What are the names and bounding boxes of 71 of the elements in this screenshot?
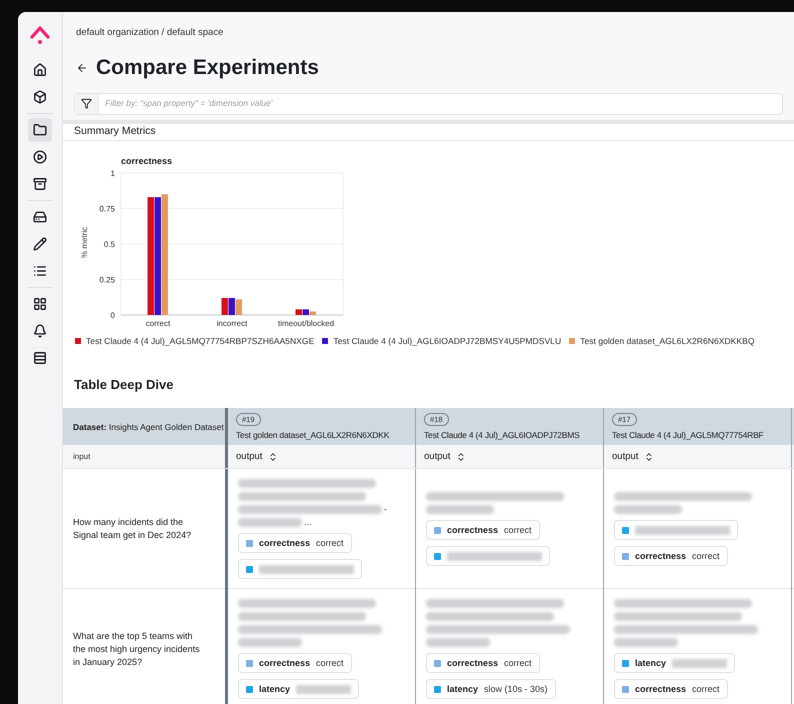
- list-icon: [33, 264, 47, 278]
- legend-label: Test Claude 4 (4 Jul)_AGL6IOADPJ72BMSY4U5PMDSVLU: [333, 334, 562, 348]
- input-text: What are the top 5 teams with the most high urgency incidents in January 2025?: [73, 630, 201, 669]
- tag-name: latency: [635, 656, 666, 670]
- logo-icon[interactable]: [29, 24, 51, 46]
- column-header: output: [236, 450, 262, 464]
- tick-label: 0.25: [99, 275, 115, 284]
- grid-icon: [33, 297, 47, 311]
- tick-label: 0.5: [104, 240, 115, 248]
- filter-icon: [81, 98, 92, 110]
- tag-name: latency: [259, 682, 290, 696]
- home-icon: [33, 63, 47, 77]
- breadcrumb: default organization / default space: [76, 26, 224, 40]
- redacted-text: [614, 505, 682, 514]
- redacted-text: [238, 638, 302, 648]
- sort-icon[interactable]: [644, 452, 654, 462]
- tag-name: correctness: [635, 682, 686, 696]
- sort-icon[interactable]: [456, 452, 466, 462]
- tick-label: 1: [110, 168, 115, 178]
- tag-name: latency: [447, 682, 478, 696]
- column-header: output: [424, 450, 450, 464]
- tag-value: correct: [504, 524, 532, 537]
- tick-label: 0.75: [99, 204, 115, 213]
- tick-label: 0: [110, 310, 115, 320]
- column-title: Test Claude 4 (4 Jul)_AGL6IOADPJ72BMS: [424, 428, 581, 442]
- tick-label: correct: [146, 318, 170, 328]
- pencil-icon: [33, 237, 47, 251]
- back-icon[interactable]: [76, 62, 88, 74]
- play-icon: [33, 150, 47, 164]
- sidebar-item[interactable]: [28, 118, 52, 142]
- tick-label: incorrect: [216, 318, 248, 328]
- cube-icon: [33, 90, 47, 104]
- filter-bar[interactable]: Filter by: "span property" = 'dimension value': [74, 92, 783, 115]
- section-title: Summary Metrics: [74, 124, 156, 139]
- rows-icon: [33, 351, 47, 365]
- filter-field[interactable]: Filter by: "span property" = 'dimension value': [99, 97, 782, 110]
- column-title: Test Claude 4 (4 Jul)_AGL5MQ77754RBF: [612, 428, 765, 442]
- tag-value: correct: [316, 536, 344, 550]
- tag-value: correct: [316, 656, 344, 670]
- tag-value: correct: [692, 682, 720, 696]
- tag-value: correct: [504, 656, 532, 670]
- tag-name: correctness: [259, 536, 310, 550]
- tag-name: correctness: [447, 524, 498, 537]
- legend-label: Test golden dataset_AGL6LX2R6N6XDKKBQ: [580, 334, 755, 348]
- tag-name: correctness: [447, 656, 498, 670]
- redacted-text: [426, 505, 494, 514]
- column-header: input: [73, 450, 90, 463]
- redacted-text: [614, 638, 678, 648]
- redacted-text: [238, 518, 302, 528]
- bell-icon: [33, 324, 47, 338]
- dataset-label: Dataset: Insights Agent Golden Dataset: [73, 420, 224, 434]
- archive-icon: [33, 177, 47, 191]
- axis-label: % metric: [80, 226, 89, 258]
- page-title: Compare Experiments: [96, 55, 319, 82]
- folder-icon: [33, 123, 47, 137]
- column-title: Test golden dataset_AGL6LX2R6N6XDKK: [236, 428, 390, 442]
- redacted-text: [426, 638, 490, 648]
- tag-value: slow (10s - 30s): [484, 682, 548, 696]
- input-text: How many incidents did the Signal team get in Dec 2024?: [73, 516, 192, 542]
- drive-icon: [33, 210, 47, 224]
- tag-name: correctness: [635, 550, 686, 563]
- section-title: Table Deep Dive: [74, 377, 174, 392]
- text-suffix: ...: [304, 518, 312, 528]
- sort-icon[interactable]: [268, 452, 278, 462]
- legend-label: Test Claude 4 (4 Jul)_AGL5MQ77754RBP7SZH6AA5NXGE: [86, 334, 314, 348]
- column-header: output: [612, 450, 638, 464]
- tick-label: timeout/blocked: [278, 318, 334, 328]
- chart-title: correctness: [121, 156, 172, 166]
- tag-value: correct: [692, 550, 720, 563]
- text-suffix: -: [384, 505, 387, 514]
- tag-name: correctness: [259, 656, 310, 670]
